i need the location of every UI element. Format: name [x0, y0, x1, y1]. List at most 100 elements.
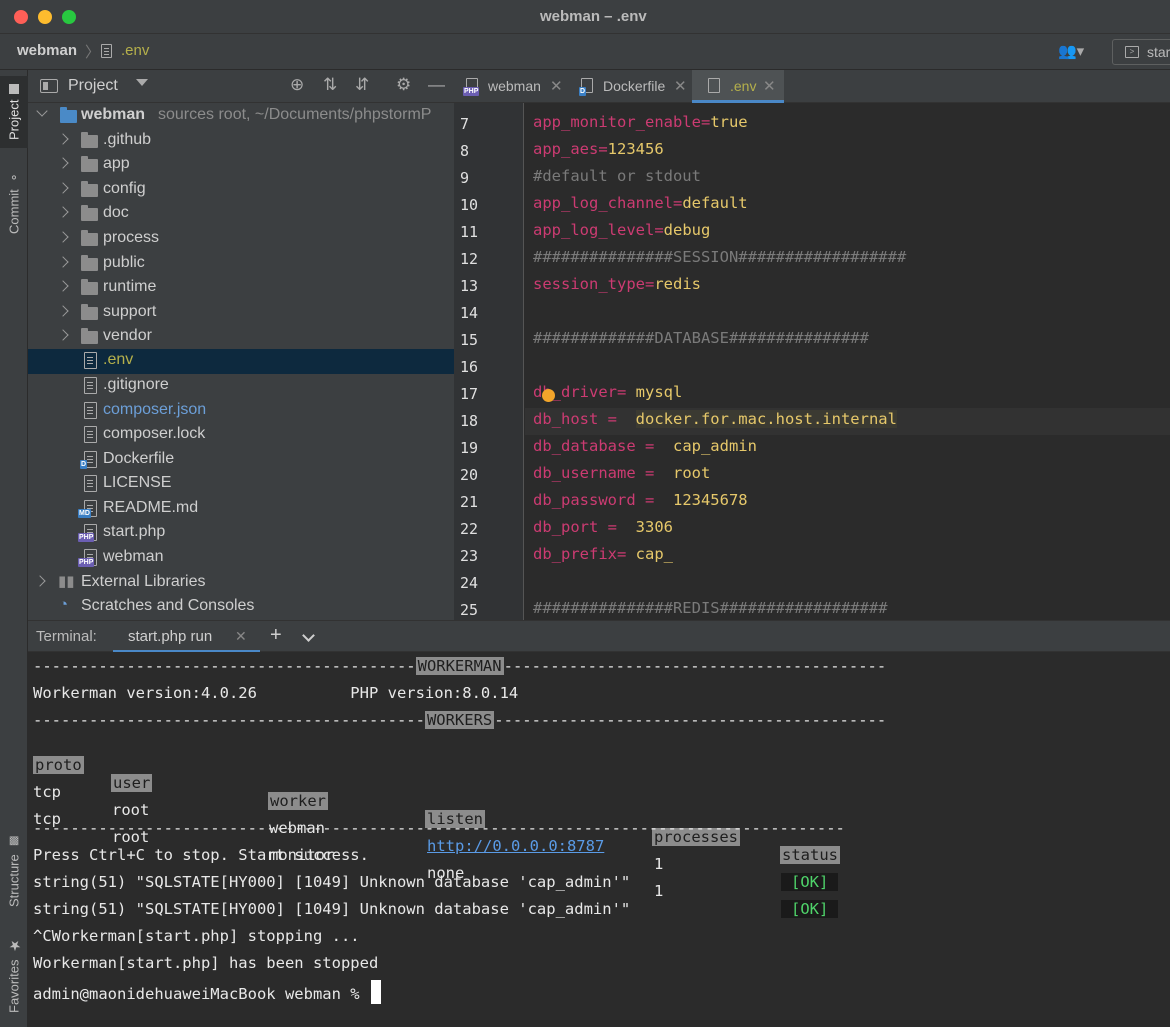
breadcrumb-separator: 〉 — [85, 44, 101, 61]
chevron-right-icon[interactable] — [57, 182, 69, 194]
listen-url-link[interactable]: http://0.0.0.0:8787 — [427, 837, 604, 855]
code-line: db_prefix= cap_ — [533, 545, 673, 563]
new-terminal-icon[interactable]: + — [270, 624, 282, 647]
line-number: 21 — [460, 493, 479, 511]
tree-folder-label: config — [103, 180, 146, 197]
tree-folder[interactable]: process — [28, 227, 454, 252]
code-key: db_database = — [533, 437, 673, 455]
tree-folder-label: .github — [103, 131, 152, 148]
locate-file-icon[interactable]: ⊕ — [290, 75, 304, 95]
code-value: mysql — [635, 383, 683, 401]
terminal-output-line: ^CWorkerman[start.php] stopping ... — [33, 927, 360, 945]
table-cell: 1 — [654, 855, 664, 873]
intention-bulb-icon[interactable] — [542, 389, 555, 402]
tree-external-label: External Libraries — [81, 573, 206, 590]
chevron-right-icon[interactable] — [57, 305, 69, 317]
code-comment: #############DATABASE############### — [533, 329, 869, 347]
chevron-right-icon[interactable] — [34, 575, 46, 587]
close-icon[interactable]: ✕ — [235, 628, 247, 645]
tool-tab-favorites[interactable]: Favorites ★ — [0, 932, 28, 1018]
tree-file[interactable]: composer.lock — [28, 423, 454, 448]
editor-tab-dockerfile[interactable]: D Dockerfile ✕ — [574, 70, 692, 103]
code-editor[interactable]: app_monitor_enable=true app_aes=123456 #de… — [525, 103, 1170, 620]
folder-icon — [81, 132, 98, 148]
hide-panel-icon[interactable]: — — [428, 75, 445, 95]
code-key: app_log_channel= — [533, 194, 683, 212]
tree-external-libraries[interactable]: ▮▮ External Libraries — [28, 571, 454, 596]
tree-root[interactable]: webman sources root, ~/Documents/phpstor… — [28, 104, 454, 129]
close-icon[interactable]: ✕ — [674, 77, 687, 95]
code-line: session_type=redis — [533, 275, 701, 293]
code-line: #default or stdout — [533, 167, 701, 185]
tree-folder-label: public — [103, 254, 145, 271]
tree-folder[interactable]: doc — [28, 202, 454, 227]
project-panel-title[interactable]: Project — [68, 77, 118, 95]
code-key: app_aes= — [533, 140, 608, 158]
chevron-right-icon[interactable] — [57, 231, 69, 243]
code-line: ###############SESSION################## — [533, 248, 906, 266]
tree-folder[interactable]: vendor — [28, 325, 454, 350]
tree-scratches[interactable]: ◔ Scratches and Consoles — [28, 595, 454, 620]
tree-file[interactable]: LICENSE — [28, 472, 454, 497]
code-value: 12345678 — [672, 491, 748, 509]
chevron-right-icon[interactable] — [57, 256, 69, 268]
tree-folder[interactable]: public — [28, 252, 454, 277]
chevron-right-icon[interactable] — [57, 329, 69, 341]
close-icon[interactable]: ✕ — [763, 77, 776, 95]
tree-file[interactable]: .gitignore — [28, 374, 454, 399]
terminal-label: Terminal: — [36, 628, 97, 645]
tree-file[interactable]: MD README.md — [28, 497, 454, 522]
table-header-cell: worker — [268, 792, 328, 810]
editor-tab-webman[interactable]: PHP webman ✕ — [454, 70, 574, 103]
tree-file[interactable]: PHP webman — [28, 546, 454, 571]
breadcrumb-file[interactable]: .env — [121, 42, 149, 59]
chevron-right-icon[interactable] — [57, 280, 69, 292]
breadcrumb-project[interactable]: webman — [17, 42, 77, 59]
terminal-prompt-line[interactable]: admin@maonidehuaweiMacBook webman % — [33, 980, 381, 1004]
code-key: db_password = — [533, 491, 673, 509]
terminal-output[interactable]: ----------------------------------------… — [28, 652, 1170, 1027]
code-value: docker.for.mac.host.internal — [635, 410, 897, 428]
tree-folder[interactable]: runtime — [28, 276, 454, 301]
code-key: db_host = — [533, 410, 636, 428]
chevron-right-icon[interactable] — [57, 133, 69, 145]
tree-folder-label: process — [103, 229, 160, 246]
tree-folder[interactable]: support — [28, 301, 454, 326]
gear-icon[interactable]: ⚙ — [396, 75, 411, 95]
tree-folder-label: support — [103, 303, 157, 320]
line-number: 13 — [460, 277, 479, 295]
code-comment: ###############REDIS################## — [533, 599, 888, 617]
terminal-tab[interactable]: start.php run ✕ — [113, 621, 260, 653]
tool-tab-structure[interactable]: Structure ▩ — [0, 826, 28, 916]
table-cell: 1 — [654, 882, 664, 900]
chevron-right-icon[interactable] — [57, 157, 69, 169]
user-account-icon[interactable]: 👥▾ — [1058, 42, 1084, 60]
tool-tab-project[interactable]: Project — [0, 76, 28, 148]
project-panel-header: Project ⊕ ⇅ ⇵ ⚙ — — [28, 70, 454, 103]
chevron-down-icon[interactable] — [136, 79, 148, 86]
expand-all-icon[interactable]: ⇅ — [323, 75, 337, 95]
code-value: cap_ — [635, 545, 673, 563]
collapse-all-icon[interactable]: ⇵ — [355, 75, 369, 95]
chevron-down-icon[interactable] — [302, 629, 315, 642]
terminal-tab-label: start.php run — [128, 628, 213, 645]
editor-tab-env[interactable]: .env ✕ — [692, 70, 784, 103]
tree-folder[interactable]: app — [28, 153, 454, 178]
run-configuration-button[interactable]: > star — [1112, 39, 1170, 65]
tree-file[interactable]: PHP start.php — [28, 521, 454, 546]
line-number: 22 — [460, 520, 479, 538]
tool-tab-structure-label: Structure — [6, 854, 22, 907]
tree-root-detail: sources root, ~/Documents/phpstormP — [158, 106, 432, 123]
tree-folder[interactable]: config — [28, 178, 454, 203]
tree-folder[interactable]: .github — [28, 129, 454, 154]
chevron-right-icon[interactable] — [57, 206, 69, 218]
tree-file[interactable]: composer.json — [28, 399, 454, 424]
code-key: app_log_level= — [533, 221, 664, 239]
tree-file[interactable]: D Dockerfile — [28, 448, 454, 473]
chevron-down-icon[interactable] — [36, 105, 48, 117]
close-icon[interactable]: ✕ — [550, 77, 563, 95]
code-value: 123456 — [607, 140, 664, 158]
tree-file-selected[interactable]: .env — [28, 349, 454, 374]
tool-tab-commit[interactable]: Commit ⚬ — [0, 166, 28, 238]
folder-icon — [81, 230, 98, 246]
